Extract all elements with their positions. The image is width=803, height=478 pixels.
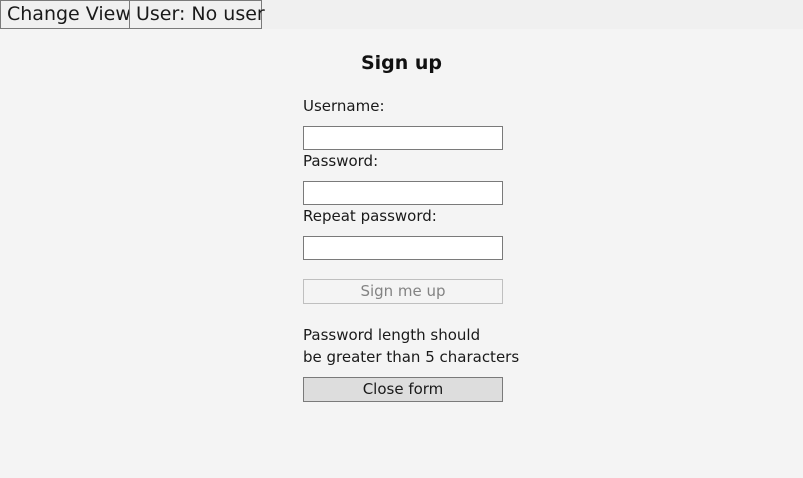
password-label: Password: bbox=[303, 152, 379, 170]
change-view-button[interactable]: Change View bbox=[0, 0, 131, 29]
password-input[interactable] bbox=[303, 181, 503, 205]
close-form-button[interactable]: Close form bbox=[303, 377, 503, 402]
validation-message-line-2: be greater than 5 characters bbox=[303, 348, 520, 366]
sign-me-up-button[interactable]: Sign me up bbox=[303, 279, 503, 304]
username-label: Username: bbox=[303, 97, 385, 115]
user-button[interactable]: User: No user bbox=[129, 0, 265, 29]
repeat-password-input[interactable] bbox=[303, 236, 503, 260]
form-title: Sign up bbox=[360, 52, 443, 74]
validation-message: Password length should be greater than 5… bbox=[303, 324, 523, 368]
validation-message-line-1: Password length should bbox=[303, 326, 481, 344]
top-toolbar: Change View User: No user bbox=[0, 0, 803, 29]
main-content: Sign up Username: Password: Repeat passw… bbox=[0, 29, 803, 478]
repeat-password-label: Repeat password: bbox=[303, 207, 437, 225]
username-input[interactable] bbox=[303, 126, 503, 150]
